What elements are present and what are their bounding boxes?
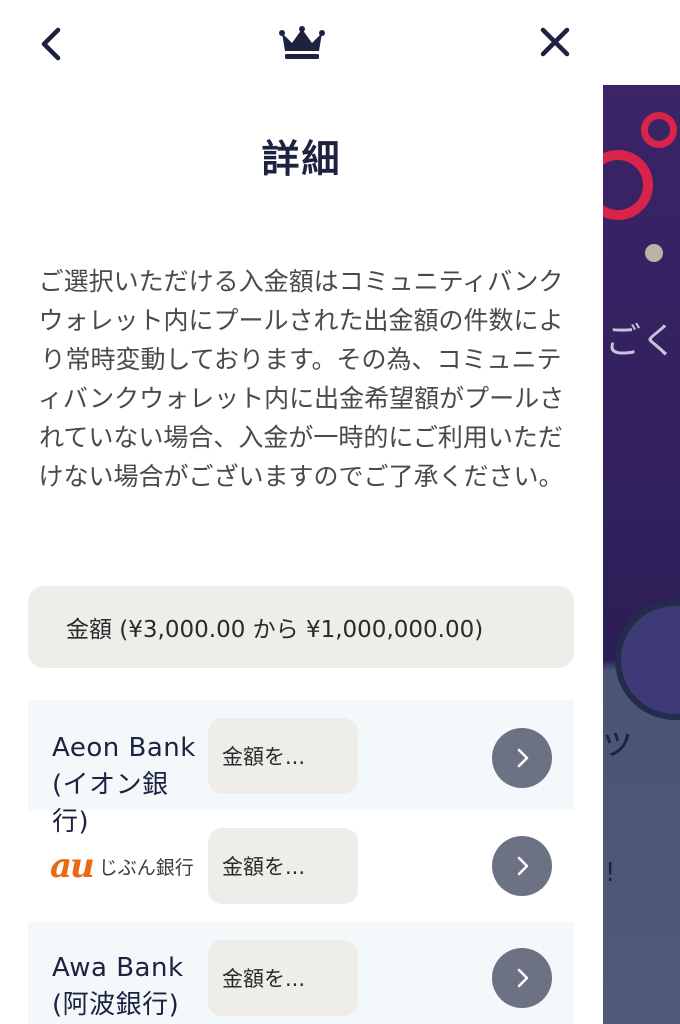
chevron-right-icon	[517, 748, 529, 768]
chevron-right-icon	[517, 856, 529, 876]
amount-input-placeholder: 金額を...	[222, 855, 306, 879]
au-logo-text: じぶん銀行	[98, 856, 194, 879]
amount-input-placeholder: 金額を...	[222, 967, 306, 991]
bank-name-line: (イオン銀	[52, 770, 169, 800]
page-title: 詳細	[261, 137, 342, 181]
bank-name-line: (阿波銀行)	[52, 990, 180, 1020]
bank-select-button[interactable]	[492, 836, 552, 896]
chevron-left-icon	[41, 27, 61, 61]
bank-name: Awa Bank (阿波銀行)	[52, 950, 184, 1024]
chevron-right-icon	[517, 968, 529, 988]
amount-input[interactable]: 金額を...	[208, 718, 358, 794]
background-text: ッ	[603, 721, 636, 762]
amount-input[interactable]: 金額を...	[208, 828, 358, 904]
amount-range-label: 金額 (¥3,000.00 から ¥1,000,000.00)	[28, 586, 574, 668]
amount-input[interactable]: 金額を...	[208, 940, 358, 1016]
au-logo-mark: au	[50, 846, 95, 886]
bank-select-button[interactable]	[492, 948, 552, 1008]
description-text: ご選択いただける入金額はコミュニティバンクウォレット内にプールされた出金額の件数…	[37, 267, 565, 491]
bank-row-aeon: Aeon Bank (イオン銀 行) 金額を...	[28, 700, 574, 837]
bank-name-line: Aeon Bank	[52, 733, 196, 763]
details-panel: 詳細 ご選択いただける入金額はコミュニティバンクウォレット内にプールされた出金額…	[0, 0, 603, 1024]
back-button[interactable]	[36, 26, 66, 62]
decoration-ring	[641, 112, 677, 148]
decoration-wheel	[615, 600, 680, 720]
amount-input-placeholder: 金額を...	[222, 745, 306, 769]
close-icon	[540, 27, 570, 57]
decoration-coin	[645, 244, 663, 262]
crown-icon	[279, 25, 325, 61]
background-text: ごく	[605, 321, 678, 362]
background-app: ごく ッ !	[603, 0, 680, 1024]
bank-row-au-jibun: au じぶん銀行 金額を...	[28, 810, 574, 920]
au-jibun-bank-logo: au じぶん銀行	[50, 846, 194, 886]
bank-row-awa: Awa Bank (阿波銀行) 金額を...	[28, 922, 574, 1024]
amount-range-text: 金額 (¥3,000.00 から ¥1,000,000.00)	[66, 617, 484, 643]
decoration-ring	[603, 150, 653, 220]
close-button[interactable]	[537, 24, 573, 60]
bank-name-line: Awa Bank	[52, 953, 184, 983]
background-text: !	[605, 858, 616, 888]
bank-select-button[interactable]	[492, 728, 552, 788]
